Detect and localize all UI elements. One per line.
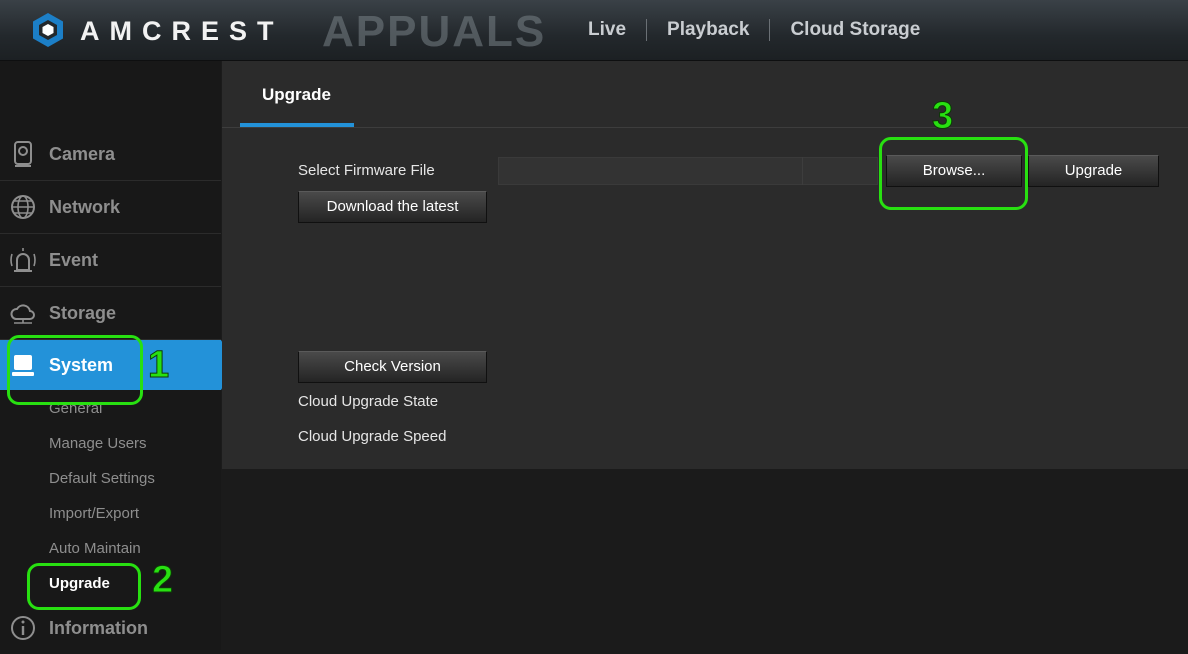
watermark-text: APPUALS	[322, 7, 547, 56]
file-input-divider	[802, 157, 863, 185]
brand-name: AMCREST	[80, 16, 284, 46]
download-latest-button[interactable]: Download the latest	[298, 191, 487, 223]
camera-icon	[14, 141, 32, 167]
sidebar-item-label: Event	[49, 250, 99, 270]
cloud-upgrade-state-label: Cloud Upgrade State	[298, 393, 439, 410]
sidebar-item-event[interactable]: Event	[0, 234, 221, 287]
annotation-highlight-upgrade	[27, 563, 141, 610]
nav-live[interactable]: Live	[568, 16, 646, 44]
submenu-manage-users[interactable]: Manage Users	[49, 434, 147, 454]
tab-bar: Upgrade	[222, 61, 1188, 128]
sidebar-item-storage[interactable]: Storage	[0, 287, 221, 340]
sidebar-item-camera[interactable]: Camera	[0, 128, 221, 181]
amcrest-logo-icon	[33, 13, 63, 47]
globe-icon	[11, 195, 35, 219]
sidebar-item-label: Network	[49, 197, 121, 217]
tab-label: Upgrade	[262, 85, 331, 104]
annotation-step-3: 3	[931, 95, 954, 137]
annotation-step-1: 1	[147, 344, 170, 386]
cloud-upgrade-speed-label: Cloud Upgrade Speed	[298, 428, 447, 445]
nav-cloud-storage[interactable]: Cloud Storage	[770, 16, 940, 44]
submenu-default-settings[interactable]: Default Settings	[49, 469, 155, 489]
annotation-step-2: 2	[151, 559, 174, 601]
annotation-highlight-system	[7, 335, 143, 405]
submenu-import-export[interactable]: Import/Export	[49, 504, 139, 524]
tab-upgrade[interactable]: Upgrade	[240, 61, 354, 127]
alarm-icon	[10, 248, 36, 272]
nav-playback[interactable]: Playback	[647, 16, 769, 44]
select-firmware-label: Select Firmware File	[298, 162, 435, 179]
info-icon	[11, 616, 35, 640]
top-header: AMCREST APPUALS Live Playback Cloud Stor…	[0, 0, 1188, 61]
submenu-auto-maintain[interactable]: Auto Maintain	[49, 539, 141, 559]
sidebar-item-network[interactable]: Network	[0, 181, 221, 234]
check-version-button[interactable]: Check Version	[298, 351, 487, 383]
cloud-icon	[10, 304, 35, 324]
sidebar-item-label: Storage	[49, 303, 117, 323]
upgrade-button[interactable]: Upgrade	[1028, 155, 1159, 187]
annotation-highlight-browse	[879, 137, 1028, 210]
top-navigation: Live Playback Cloud Storage	[568, 16, 940, 44]
main-panel: Upgrade Select Firmware File Browse... U…	[222, 61, 1188, 469]
tab-active-underline	[240, 123, 354, 127]
sidebar-item-label: Camera	[49, 144, 116, 164]
